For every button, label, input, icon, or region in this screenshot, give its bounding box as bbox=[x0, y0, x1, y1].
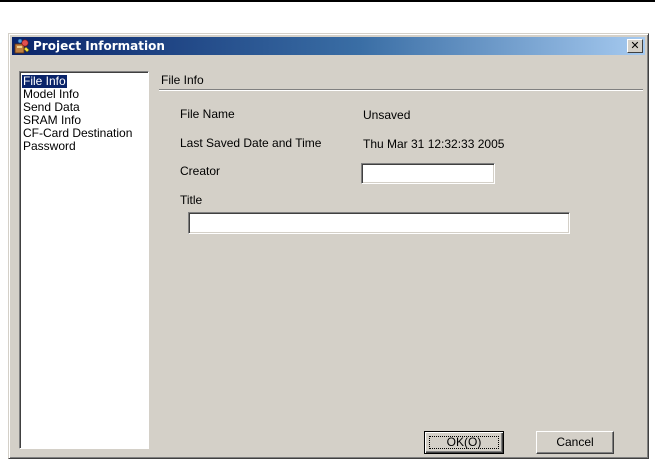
title-bar[interactable]: Project Information ✕ bbox=[12, 37, 645, 55]
file-name-label: File Name bbox=[180, 107, 235, 121]
project-information-dialog: Project Information ✕ File Info Model In… bbox=[8, 33, 649, 459]
last-saved-label: Last Saved Date and Time bbox=[180, 136, 322, 150]
last-saved-value: Thu Mar 31 12:32:33 2005 bbox=[363, 137, 505, 151]
category-list[interactable]: File Info Model Info Send Data SRAM Info… bbox=[19, 71, 149, 449]
top-border-line bbox=[0, 0, 655, 2]
close-button[interactable]: ✕ bbox=[627, 39, 643, 53]
cancel-button[interactable]: Cancel bbox=[536, 431, 614, 454]
title-label: Title bbox=[180, 193, 203, 207]
section-heading: File Info bbox=[161, 73, 204, 87]
list-item-password[interactable]: Password bbox=[22, 139, 77, 153]
window-title: Project Information bbox=[33, 39, 165, 53]
ok-button[interactable]: OK(O) bbox=[424, 431, 504, 454]
file-name-value: Unsaved bbox=[363, 108, 411, 122]
list-item-send-data[interactable]: Send Data bbox=[22, 100, 81, 114]
list-item-cf-card-destination[interactable]: CF-Card Destination bbox=[22, 126, 133, 140]
creator-label: Creator bbox=[180, 164, 221, 178]
ok-button-label: OK(O) bbox=[446, 435, 482, 449]
list-item-sram-info[interactable]: SRAM Info bbox=[22, 113, 82, 127]
creator-field[interactable] bbox=[361, 163, 495, 184]
cancel-button-label: Cancel bbox=[556, 435, 594, 449]
section-divider bbox=[159, 89, 643, 91]
project-info-icon bbox=[14, 38, 30, 54]
close-icon: ✕ bbox=[630, 39, 640, 52]
list-item-model-info[interactable]: Model Info bbox=[22, 87, 80, 101]
title-field[interactable] bbox=[188, 212, 570, 234]
